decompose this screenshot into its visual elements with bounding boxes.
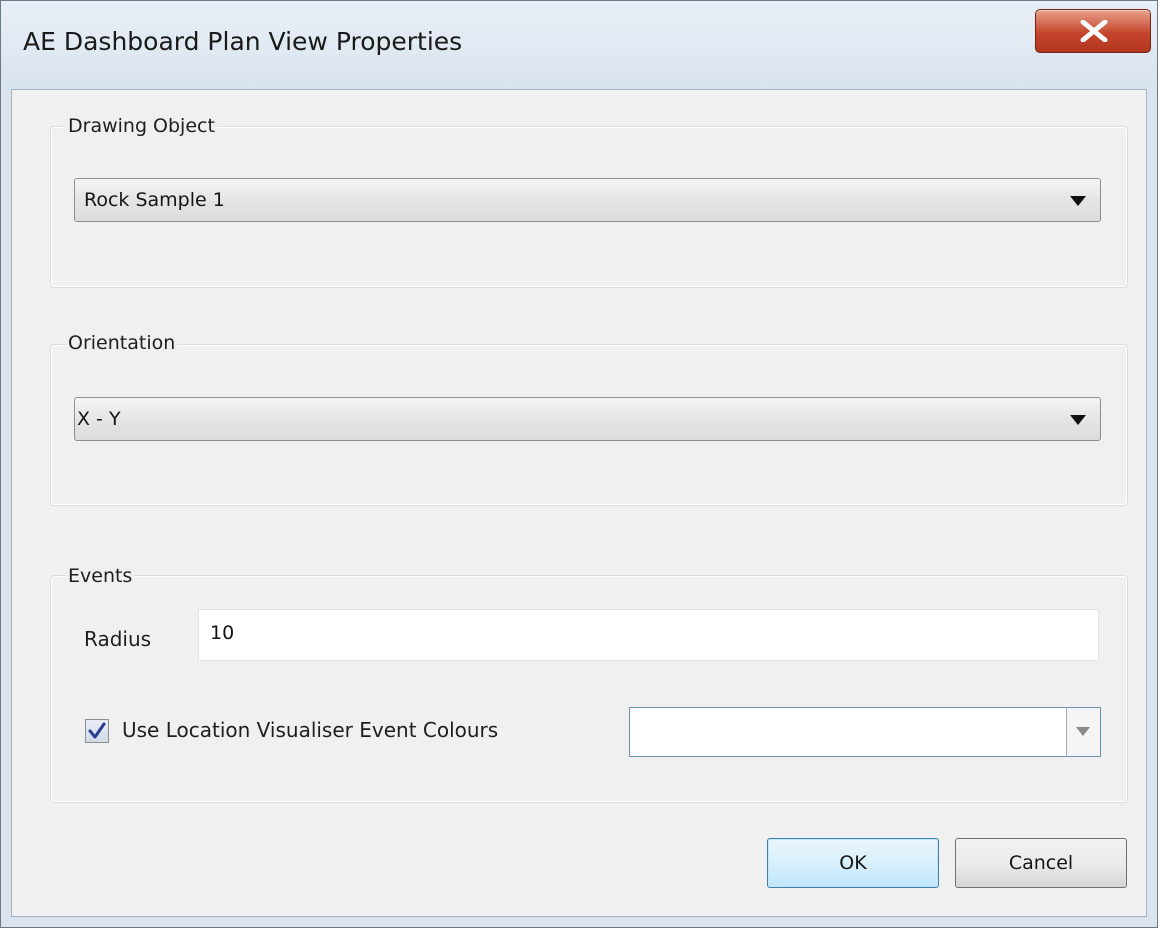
orientation-dropdown[interactable]: X - Y [74,397,1101,441]
properties-dialog: AE Dashboard Plan View Properties Drawin… [0,0,1158,928]
dialog-client-area: Drawing Object Rock Sample 1 Orientation… [11,89,1147,917]
window-title: AE Dashboard Plan View Properties [23,27,463,56]
dropdown-arrow-icon [1076,727,1090,736]
use-event-colours-label[interactable]: Use Location Visualiser Event Colours [122,718,498,742]
drawing-object-group-label: Drawing Object [66,115,217,137]
checkmark-icon [88,722,106,739]
title-bar[interactable]: AE Dashboard Plan View Properties [1,1,1157,89]
event-colour-dropdown[interactable] [629,707,1101,757]
close-button[interactable] [1035,9,1151,53]
drawing-object-dropdown[interactable]: Rock Sample 1 [74,178,1101,222]
cancel-button[interactable]: Cancel [955,838,1127,888]
use-event-colours-checkbox[interactable] [85,719,109,743]
orientation-group-label: Orientation [66,332,178,354]
ok-button[interactable]: OK [767,838,939,888]
radius-value: 10 [210,622,235,644]
radius-input[interactable]: 10 [198,609,1099,661]
drawing-object-selected-value: Rock Sample 1 [84,189,225,211]
dropdown-arrow-icon [1070,415,1086,425]
orientation-selected-value: X - Y [77,408,121,430]
events-group-label: Events [66,565,135,587]
event-colour-dropdown-button[interactable] [1066,708,1100,756]
close-x-icon [1080,20,1108,42]
dropdown-arrow-icon [1070,196,1086,206]
radius-label: Radius [84,627,152,651]
